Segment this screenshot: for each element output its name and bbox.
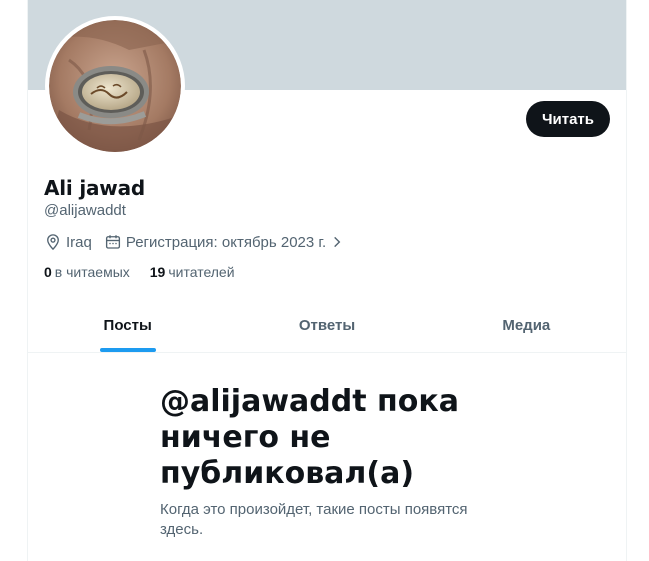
empty-state-subtitle: Когда это произойдет, такие посты появят… [160, 501, 468, 538]
following-label: в читаемых [54, 264, 130, 280]
tab-replies[interactable]: Ответы [227, 298, 426, 352]
tab-posts[interactable]: Посты [28, 298, 227, 352]
follow-counts: 0в читаемых 19 читателей [44, 264, 255, 280]
calendar-icon [105, 235, 120, 249]
followers-label: читателей [168, 264, 235, 280]
location-text: Iraq [66, 233, 92, 251]
profile-handle: @alijawaddt [44, 202, 126, 219]
avatar-image [49, 20, 181, 152]
profile-name: Ali jawad [44, 176, 145, 200]
location: Iraq [44, 233, 92, 251]
tab-posts-label: Посты [103, 316, 152, 334]
followers-count[interactable]: 19 читателей [150, 264, 235, 280]
join-date-text: Регистрация: октябрь 2023 г. [125, 233, 327, 251]
active-tab-indicator [99, 348, 156, 352]
following-number: 0 [44, 264, 52, 280]
tab-replies-label: Ответы [298, 316, 356, 334]
chevron-right-icon [334, 236, 341, 248]
tab-media[interactable]: Медиа [427, 298, 626, 352]
empty-state-title: @alijawaddt пока ничего не публиковал(а) [160, 384, 459, 491]
followers-number: 19 [149, 264, 166, 280]
location-pin-icon [47, 234, 59, 251]
following-count[interactable]: 0в читаемых [44, 264, 130, 280]
join-date[interactable]: Регистрация: октябрь 2023 г. [104, 233, 344, 251]
avatar[interactable] [45, 16, 185, 156]
profile-tabs: Посты Ответы Медиа [28, 298, 626, 353]
profile-meta: Iraq Регистрация: октябрь 2023 г. [44, 233, 356, 251]
tab-media-label: Медиа [502, 316, 551, 334]
follow-button[interactable]: Читать [526, 101, 610, 137]
profile-column: Читать Ali jawad @alijawaddt Iraq Регист… [27, 0, 627, 561]
